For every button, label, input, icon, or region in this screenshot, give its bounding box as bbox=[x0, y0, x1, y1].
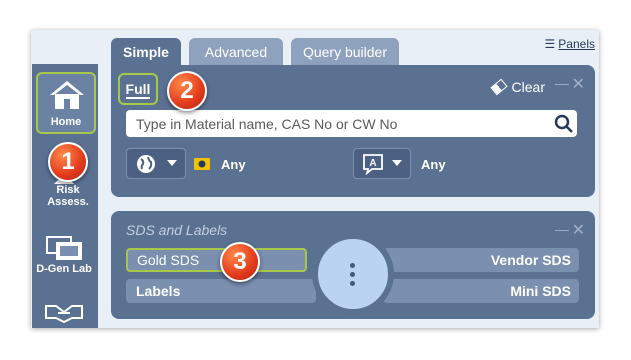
mini-sds-button[interactable]: Mini SDS bbox=[383, 279, 579, 303]
callout-badge-3: 3 bbox=[220, 242, 260, 282]
tab-simple[interactable]: Simple bbox=[111, 38, 181, 66]
panels-link[interactable]: ☰ Panels bbox=[545, 37, 595, 51]
menu-icon: ☰ bbox=[544, 37, 556, 51]
tab-advanced[interactable]: Advanced bbox=[189, 38, 283, 66]
close-icon[interactable]: ✕ bbox=[572, 220, 585, 240]
more-vertical-icon bbox=[350, 263, 356, 286]
globe-icon bbox=[137, 155, 155, 173]
more-options-button[interactable] bbox=[312, 233, 394, 315]
region-dropdown[interactable] bbox=[126, 148, 186, 179]
app-window: Simple Advanced Query builder ☰ Panels Ho… bbox=[31, 30, 599, 328]
sidebar-item-partners[interactable] bbox=[31, 302, 97, 324]
sidebar-item-d-gen-lab[interactable]: D-Gen Lab bbox=[31, 235, 97, 275]
minimize-icon[interactable]: — bbox=[555, 221, 569, 237]
sds-labels-panel: SDS and Labels — ✕ Gold SDS Vendor SDS L… bbox=[111, 211, 595, 319]
panel-title: SDS and Labels bbox=[126, 222, 228, 238]
full-search-toggle[interactable]: Full bbox=[118, 73, 158, 105]
svg-text:A: A bbox=[369, 158, 376, 169]
chevron-down-icon bbox=[167, 160, 177, 166]
callout-badge-1: 1 bbox=[48, 142, 88, 182]
search-icon[interactable] bbox=[554, 114, 574, 134]
eraser-icon bbox=[489, 78, 508, 96]
sidebar-item-label: Home bbox=[50, 116, 82, 128]
language-icon: A bbox=[363, 154, 383, 175]
sidebar-item-label: Risk Assess. bbox=[47, 184, 89, 208]
sidebar-item-home[interactable]: Home bbox=[36, 72, 96, 134]
callout-badge-2: 2 bbox=[167, 71, 207, 111]
language-value: Any bbox=[421, 157, 446, 172]
language-dropdown[interactable]: A bbox=[353, 148, 411, 179]
gold-sds-button[interactable]: Gold SDS bbox=[126, 248, 307, 272]
minimize-icon[interactable]: — bbox=[555, 75, 569, 91]
tab-query-builder[interactable]: Query builder bbox=[291, 38, 399, 66]
home-icon bbox=[50, 81, 84, 109]
chevron-down-icon bbox=[392, 160, 402, 166]
close-icon[interactable]: ✕ bbox=[572, 74, 585, 94]
search-input[interactable] bbox=[126, 110, 577, 137]
sidebar-item-label: D-Gen Lab bbox=[36, 263, 92, 275]
clear-button[interactable]: Clear bbox=[489, 78, 545, 96]
handshake-icon bbox=[45, 305, 83, 324]
vendor-sds-button[interactable]: Vendor SDS bbox=[383, 248, 579, 272]
region-flag-icon bbox=[194, 158, 210, 170]
region-value: Any bbox=[221, 157, 246, 172]
labels-button[interactable]: Labels bbox=[126, 279, 316, 303]
d-gen-lab-icon bbox=[46, 236, 82, 260]
